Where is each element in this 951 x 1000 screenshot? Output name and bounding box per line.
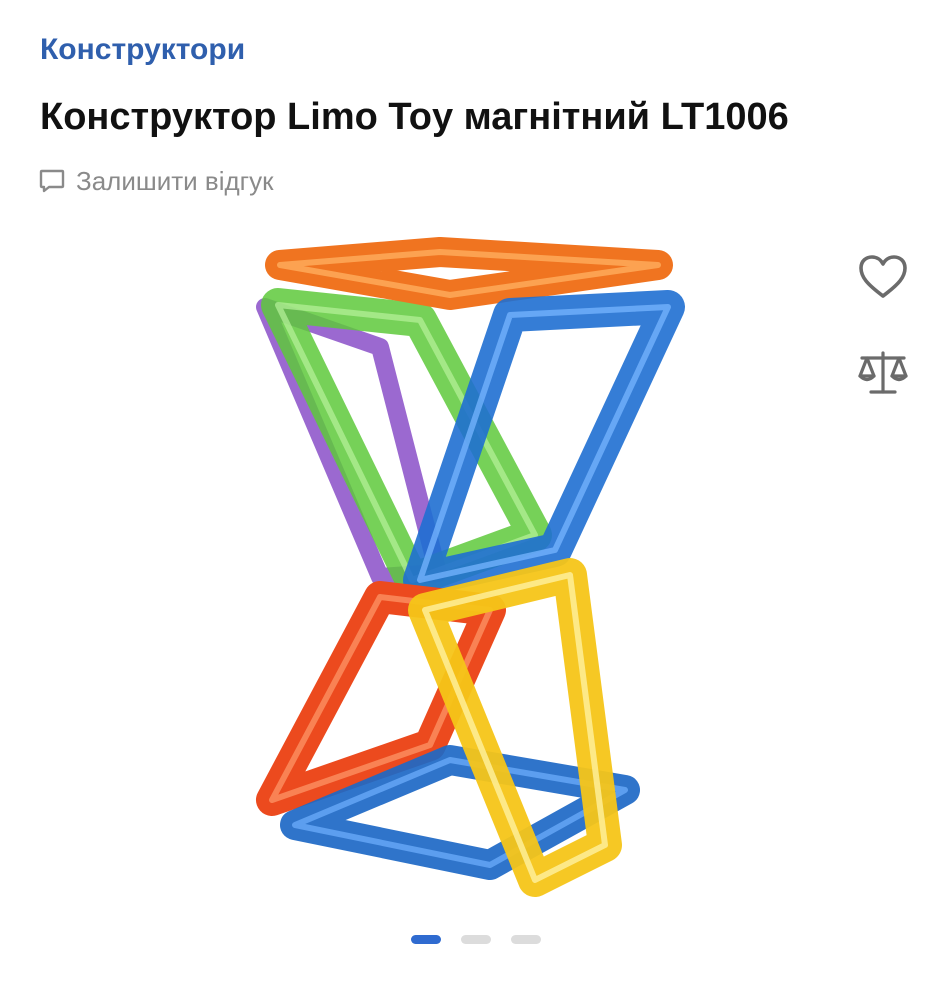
- breadcrumb-category-link[interactable]: Конструктори: [40, 30, 245, 70]
- blue-tile: [403, 290, 685, 597]
- product-title: Конструктор Limo Toy магнітний LT1006: [40, 96, 789, 138]
- gallery-dot-1[interactable]: [410, 935, 441, 944]
- add-to-compare-button[interactable]: [855, 348, 911, 402]
- product-image: [256, 237, 685, 897]
- product-image-gallery[interactable]: [200, 225, 740, 915]
- leave-review-link[interactable]: Залишити відгук: [38, 162, 274, 200]
- scales-icon: [856, 348, 910, 403]
- gallery-pagination: [0, 935, 951, 944]
- comment-icon: [38, 167, 66, 195]
- gallery-dot-2[interactable]: [460, 935, 491, 944]
- product-side-actions: [855, 252, 911, 402]
- gallery-dot-3[interactable]: [510, 935, 541, 944]
- heart-icon: [857, 253, 909, 306]
- add-to-favorites-button[interactable]: [855, 252, 911, 306]
- orange-top-tile: [265, 237, 673, 310]
- leave-review-label: Залишити відгук: [76, 165, 274, 196]
